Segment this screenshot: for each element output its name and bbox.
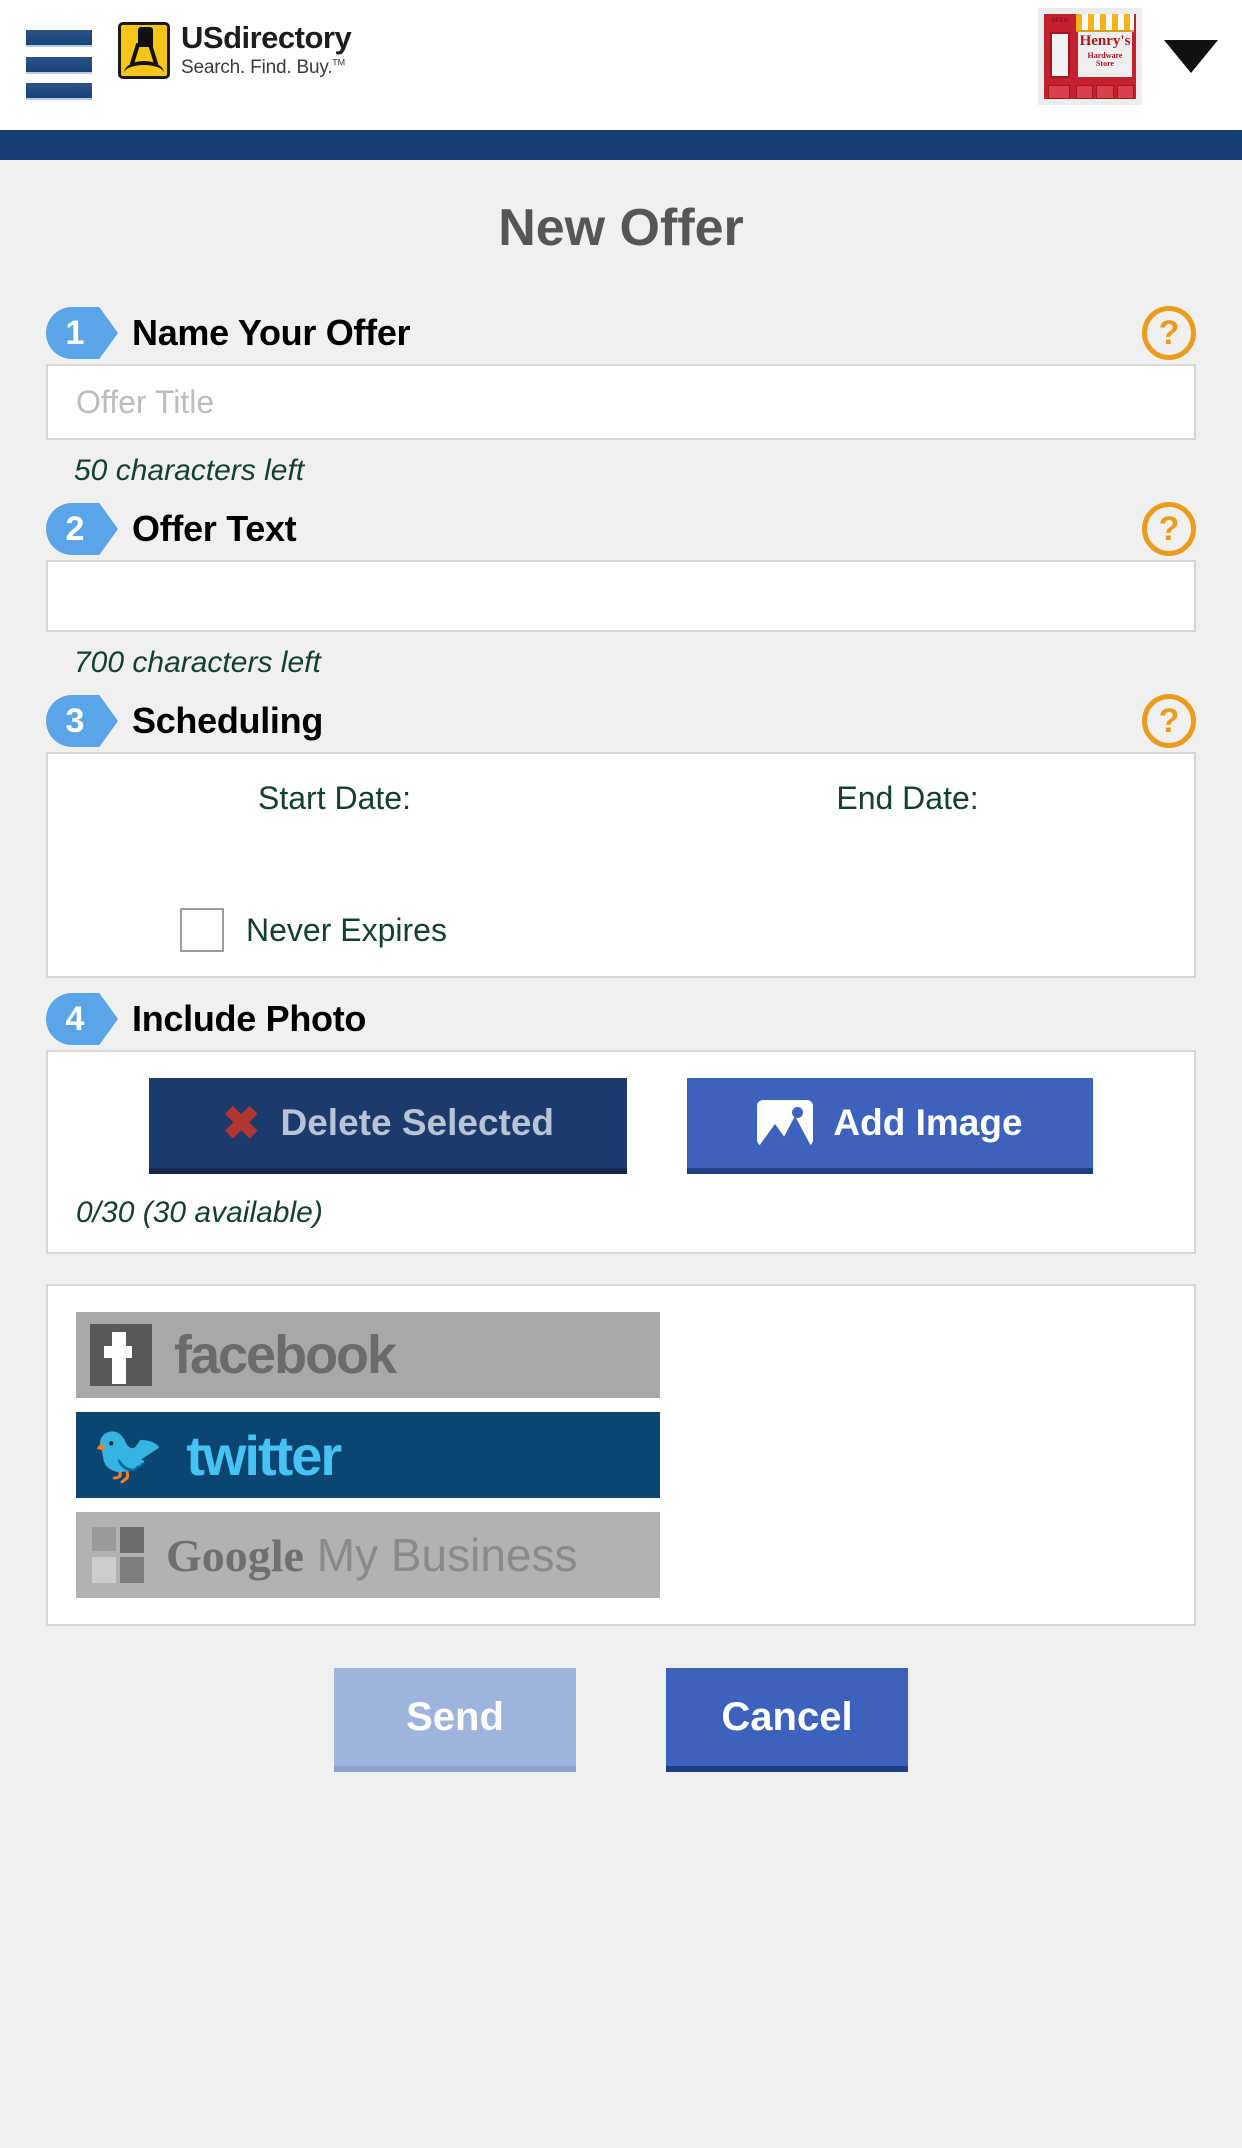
step-title-1: Name Your Offer	[132, 312, 411, 353]
never-expires-checkbox[interactable]	[180, 908, 224, 952]
step-header-1: 1 Name Your Offer ?	[46, 302, 1196, 364]
step-badge-4: 4	[46, 993, 118, 1045]
step-badge-3: 3	[46, 695, 118, 747]
usdirectory-mark-icon	[118, 22, 170, 79]
add-image-label: Add Image	[833, 1102, 1023, 1143]
google-my-business-icon	[92, 1527, 148, 1583]
help-icon-step-3[interactable]: ?	[1142, 694, 1196, 748]
help-icon-step-1[interactable]: ?	[1142, 306, 1196, 360]
add-image-button[interactable]: Add Image	[687, 1078, 1093, 1174]
hamburger-bar	[26, 83, 92, 100]
step-header-3: 3 Scheduling ?	[46, 690, 1196, 752]
send-button[interactable]: Send	[334, 1668, 576, 1772]
scheduling-panel: Start Date: End Date: Never Expires	[46, 752, 1196, 978]
offer-title-input[interactable]: Offer Title	[46, 364, 1196, 440]
cancel-button[interactable]: Cancel	[666, 1668, 908, 1772]
photo-counter: 0/30 (30 available)	[76, 1196, 323, 1229]
delete-selected-label: Delete Selected	[280, 1102, 555, 1143]
gmb-mybusiness-word: My Business	[303, 1529, 578, 1581]
trademark-mark: TM	[332, 57, 345, 68]
google-my-business-label: Google My Business	[166, 1528, 578, 1582]
gmb-google-word: Google	[166, 1530, 304, 1581]
social-option-google-my-business[interactable]: Google My Business	[76, 1512, 660, 1598]
brand-tagline-text: Search. Find. Buy.	[181, 56, 333, 78]
social-option-twitter[interactable]: 🐦 twitter	[76, 1412, 660, 1498]
facebook-icon	[90, 1324, 152, 1386]
account-area[interactable]: OPEN Henry's Hardware Store	[1038, 8, 1218, 105]
help-icon-step-2[interactable]: ?	[1142, 502, 1196, 556]
open-sign: OPEN	[1051, 18, 1069, 24]
step-badge-1: 1	[46, 307, 118, 359]
chevron-down-icon[interactable]	[1164, 40, 1218, 73]
end-date-field[interactable]: End Date:	[621, 780, 1194, 817]
delete-selected-button[interactable]: ✖ Delete Selected	[149, 1078, 627, 1174]
social-option-facebook[interactable]: facebook	[76, 1312, 660, 1398]
brand-logo[interactable]: USdirectory Search. Find. Buy.TM	[118, 20, 352, 79]
start-date-label: Start Date:	[258, 780, 411, 816]
offer-title-counter: 50 characters left	[74, 454, 305, 487]
offer-text-textarea[interactable]	[46, 560, 1196, 632]
end-date-label: End Date:	[836, 780, 979, 816]
hamburger-icon[interactable]	[26, 30, 92, 100]
brand-tagline: Search. Find. Buy.TM	[181, 57, 351, 79]
page-content: New Offer 1 Name Your Offer ? Offer Titl…	[0, 160, 1242, 1772]
business-thumbnail[interactable]: OPEN Henry's Hardware Store	[1038, 8, 1142, 105]
app-header: USdirectory Search. Find. Buy.TM OPEN He…	[0, 0, 1242, 130]
business-name-line2: Hardware Store	[1087, 51, 1123, 68]
hamburger-bar	[26, 56, 92, 74]
form-actions: Send Cancel	[46, 1668, 1196, 1772]
step-badge-2: 2	[46, 503, 118, 555]
step-title-2: Offer Text	[132, 508, 297, 549]
step-header-2: 2 Offer Text ?	[46, 498, 1196, 560]
never-expires-row[interactable]: Never Expires	[180, 908, 447, 952]
start-date-field[interactable]: Start Date:	[48, 780, 621, 817]
step-header-4: 4 Include Photo	[46, 988, 1196, 1050]
step-title-4: Include Photo	[132, 998, 367, 1039]
offer-title-placeholder: Offer Title	[76, 383, 215, 420]
photo-panel: ✖ Delete Selected Add Image 0/30 (30 ava…	[46, 1050, 1196, 1254]
awning-icon	[1076, 14, 1134, 32]
picture-icon	[757, 1100, 814, 1146]
never-expires-label: Never Expires	[246, 911, 447, 948]
facebook-label: facebook	[174, 1325, 397, 1385]
step-title-3: Scheduling	[132, 700, 324, 741]
header-accent-bar	[0, 130, 1242, 160]
twitter-label: twitter	[186, 1423, 342, 1487]
social-share-panel: facebook 🐦 twitter Google My Business	[46, 1284, 1196, 1626]
brand-name: USdirectory	[181, 20, 352, 55]
red-x-icon: ✖	[221, 1097, 261, 1149]
offer-text-counter: 700 characters left	[74, 646, 321, 679]
hamburger-bar	[26, 30, 92, 47]
twitter-bird-icon: 🐦	[92, 1422, 165, 1487]
page-title: New Offer	[498, 199, 744, 257]
business-name-line1: Henry's	[1079, 33, 1131, 49]
